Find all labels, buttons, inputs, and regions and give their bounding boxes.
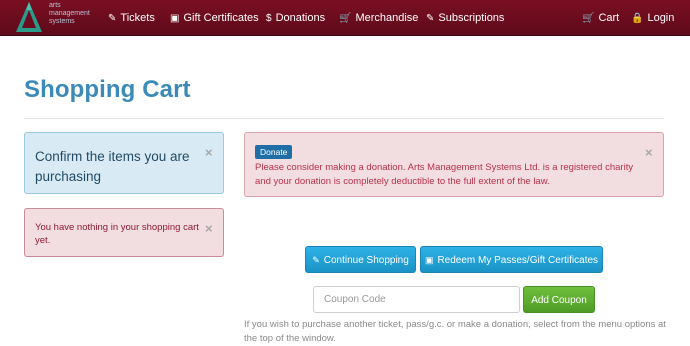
empty-cart-alert: You have nothing in your shopping cart y…: [24, 208, 224, 257]
nav-item-label: Merchandise: [355, 12, 419, 24]
gift-icon: ▣: [170, 13, 180, 24]
gift-icon: ▣: [424, 255, 434, 265]
nav-cart[interactable]: 🛒 Cart: [582, 0, 619, 36]
empty-cart-message: You have nothing in your shopping cart y…: [35, 222, 199, 246]
donate-badge[interactable]: Donate: [255, 145, 293, 159]
nav-item-tickets[interactable]: ✎ Tickets: [108, 0, 155, 36]
continue-shopping-label: Continue Shopping: [323, 255, 409, 266]
nav-item-subscriptions[interactable]: ✎ Subscriptions: [426, 0, 504, 36]
confirm-items-message: Confirm the items you are purchasing: [35, 149, 190, 184]
nav-login[interactable]: 🔒 Login: [631, 0, 674, 36]
donation-message: Please consider making a donation. Arts …: [255, 162, 634, 187]
nav-item-label: Gift Certificates: [183, 12, 259, 24]
logo-text-line: systems: [49, 18, 75, 25]
confirm-items-alert: Confirm the items you are purchasing ×: [24, 132, 224, 194]
top-navbar: arts management systems ✎ Tickets ▣ Gift C…: [0, 0, 690, 36]
close-icon[interactable]: ×: [645, 145, 653, 160]
add-coupon-label: Add Coupon: [531, 295, 587, 306]
nav-item-merchandise[interactable]: 🛒 Merchandise: [339, 0, 418, 36]
donation-alert: Donate Please consider making a donation…: [244, 132, 664, 197]
footer-note: If you wish to purchase another ticket, …: [244, 319, 666, 344]
coupon-code-input[interactable]: [313, 286, 520, 313]
dollar-icon: $: [266, 13, 272, 24]
redeem-passes-button[interactable]: ▣ Redeem My Passes/Gift Certificates: [420, 246, 603, 273]
brand-logo-mark: [16, 2, 42, 32]
ticket-icon: ✎: [108, 13, 117, 24]
logo-text-line: arts: [49, 2, 61, 9]
continue-shopping-button[interactable]: ✎ Continue Shopping: [305, 246, 416, 273]
brand-logo[interactable]: arts management systems: [14, 0, 104, 34]
nav-item-label: Donations: [275, 12, 326, 24]
add-coupon-button[interactable]: Add Coupon: [523, 286, 595, 313]
redeem-passes-label: Redeem My Passes/Gift Certificates: [437, 255, 599, 266]
cart-icon: 🛒: [582, 13, 595, 24]
nav-item-label: Subscriptions: [438, 12, 505, 24]
nav-item-label: Tickets: [120, 12, 155, 24]
lock-icon: 🔒: [631, 13, 644, 24]
page-title: Shopping Cart: [24, 76, 191, 103]
close-icon[interactable]: ×: [205, 221, 213, 236]
nav-cart-label: Cart: [598, 12, 620, 24]
logo-text-line: management: [49, 10, 90, 17]
nav-item-donations[interactable]: $ Donations: [266, 0, 325, 36]
title-divider: [24, 118, 664, 119]
close-icon[interactable]: ×: [205, 145, 213, 160]
nav-login-label: Login: [647, 12, 675, 24]
cart-icon: 🛒: [339, 13, 352, 24]
nav-item-gift-certificates[interactable]: ▣ Gift Certificates: [170, 0, 259, 36]
ticket-icon: ✎: [312, 255, 320, 265]
ticket-icon: ✎: [426, 13, 435, 24]
